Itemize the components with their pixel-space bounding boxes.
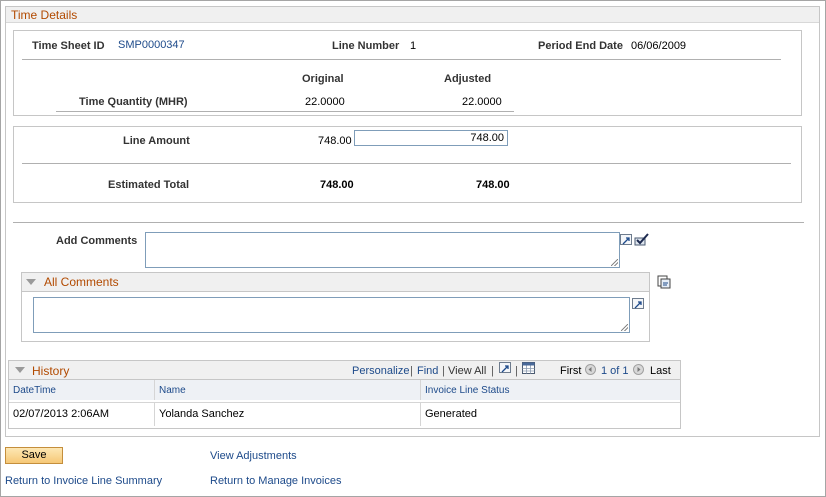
- expand-textarea-icon[interactable]: [620, 234, 632, 245]
- time-details-header: Time Details: [6, 7, 819, 23]
- time-sheet-id-label: Time Sheet ID: [32, 40, 105, 52]
- download-excel-icon[interactable]: [522, 362, 535, 374]
- resize-grip-icon[interactable]: [611, 259, 618, 266]
- add-comments-label: Add Comments: [56, 235, 138, 247]
- all-comments-title: All Comments: [44, 275, 119, 289]
- spell-check-icon[interactable]: [634, 233, 650, 247]
- period-end-date-value: 06/06/2009: [631, 40, 687, 52]
- expand-textarea-icon[interactable]: [632, 298, 644, 309]
- estimated-total-adjusted: 748.00: [476, 179, 510, 191]
- all-comments-textarea[interactable]: [33, 297, 630, 333]
- table-row: 02/07/2013 2:06AM Yolanda Sanchez Genera…: [9, 402, 680, 427]
- time-quantity-label: Time Quantity (MHR): [79, 96, 188, 108]
- line-number-label: Line Number: [332, 40, 400, 52]
- view-comments-icon[interactable]: [657, 275, 671, 289]
- original-header: Original: [302, 73, 344, 85]
- amount-box: Line Amount 748.00 748.00 Estimated Tota…: [13, 126, 802, 203]
- comments-divider: [13, 222, 804, 223]
- cell-status: Generated: [425, 408, 477, 420]
- time-details-group: Time Details Time Sheet ID SMP0000347 Li…: [5, 6, 820, 437]
- line-amount-original: 748.00: [318, 135, 352, 147]
- estimated-total-label: Estimated Total: [108, 179, 190, 191]
- quantity-divider: [56, 111, 514, 112]
- resize-grip-icon[interactable]: [621, 324, 628, 331]
- line-number-value: 1: [410, 40, 417, 52]
- column-header-status[interactable]: Invoice Line Status: [421, 380, 680, 400]
- cell-datetime: 02/07/2013 2:06AM: [9, 402, 155, 426]
- line-amount-input[interactable]: 748.00: [354, 130, 508, 146]
- period-end-date-label: Period End Date: [538, 40, 623, 52]
- all-comments-header[interactable]: All Comments: [21, 272, 650, 292]
- last-label: Last: [650, 365, 671, 377]
- amount-divider: [22, 163, 791, 164]
- separator: |: [491, 365, 494, 377]
- estimated-total-original: 748.00: [320, 179, 354, 191]
- separator: |: [515, 365, 518, 377]
- view-all-link[interactable]: View All: [448, 365, 486, 377]
- time-quantity-original: 22.0000: [305, 96, 345, 108]
- summary-box: Time Sheet ID SMP0000347 Line Number 1 P…: [13, 30, 802, 116]
- personalize-link[interactable]: Personalize: [352, 365, 409, 377]
- line-amount-label: Line Amount: [123, 135, 190, 147]
- adjusted-header: Adjusted: [444, 73, 492, 85]
- previous-arrow-icon[interactable]: [585, 364, 596, 375]
- time-details-title: Time Details: [11, 8, 78, 22]
- view-adjustments-link[interactable]: View Adjustments: [210, 450, 297, 462]
- return-manage-invoices-link[interactable]: Return to Manage Invoices: [210, 475, 341, 487]
- row-range: 1 of 1: [601, 365, 629, 377]
- separator: |: [410, 365, 413, 377]
- return-invoice-line-summary-link[interactable]: Return to Invoice Line Summary: [5, 475, 162, 487]
- history-grid: DateTime Name Invoice Line Status 02/07/…: [8, 380, 681, 429]
- time-quantity-adjusted: 22.0000: [462, 96, 502, 108]
- save-button[interactable]: Save: [5, 447, 63, 464]
- next-arrow-icon[interactable]: [633, 364, 644, 375]
- first-label: First: [560, 365, 582, 377]
- separator: |: [442, 365, 445, 377]
- history-header[interactable]: History Personalize | Find | View All | …: [8, 360, 681, 380]
- column-header-datetime[interactable]: DateTime: [9, 380, 155, 400]
- history-title: History: [32, 364, 70, 378]
- collapse-triangle-icon[interactable]: [15, 367, 25, 373]
- time-sheet-id-link[interactable]: SMP0000347: [118, 39, 185, 51]
- all-comments-body: [21, 292, 650, 342]
- collapse-triangle-icon[interactable]: [26, 279, 36, 285]
- summary-divider: [22, 59, 781, 60]
- column-header-name[interactable]: Name: [155, 380, 421, 400]
- zoom-grid-icon[interactable]: [499, 362, 511, 373]
- cell-name: Yolanda Sanchez: [155, 402, 421, 426]
- find-link[interactable]: Find: [417, 365, 438, 377]
- add-comments-textarea[interactable]: [145, 232, 620, 268]
